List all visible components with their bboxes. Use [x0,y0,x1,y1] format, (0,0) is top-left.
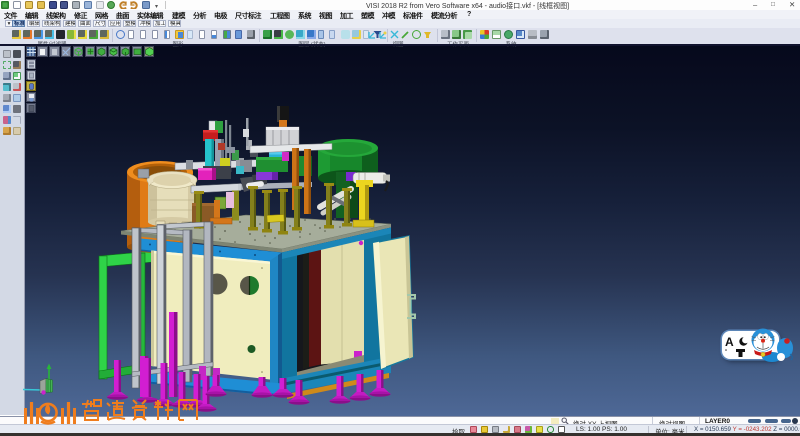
svg-text:A: A [725,335,734,349]
